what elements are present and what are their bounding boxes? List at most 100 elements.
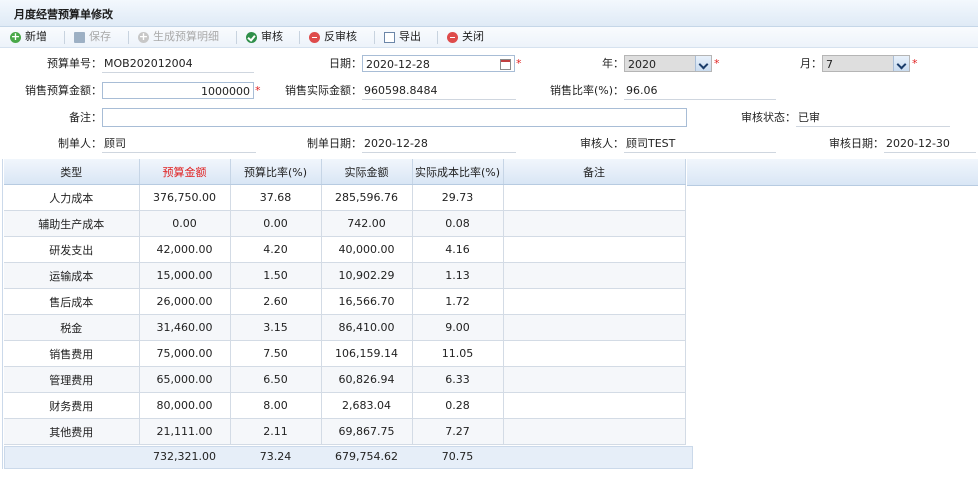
cell-budget-amount[interactable]: 0.00 [139, 210, 231, 237]
cell-budget-amount[interactable]: 21,111.00 [139, 418, 231, 445]
column-header-budget-amount[interactable]: 预算金额 [139, 159, 231, 185]
calendar-icon[interactable] [500, 59, 511, 70]
table-row[interactable]: 其他费用 21,111.00 2.11 69,867.75 7.27 [4, 418, 686, 445]
cell-actual-ratio[interactable]: 11.05 [412, 340, 504, 367]
cell-budget-amount[interactable]: 80,000.00 [139, 392, 231, 419]
cell-actual-ratio[interactable]: 9.00 [412, 314, 504, 341]
cell-remark[interactable] [503, 392, 686, 419]
cell-actual-ratio[interactable]: 0.08 [412, 210, 504, 237]
cell-actual-amount[interactable]: 60,826.94 [321, 366, 413, 393]
cell-budget-ratio[interactable]: 8.00 [230, 392, 322, 419]
cell-actual-ratio[interactable]: 29.73 [412, 184, 504, 211]
cell-actual-amount[interactable]: 742.00 [321, 210, 413, 237]
cell-type[interactable]: 人力成本 [4, 184, 140, 211]
table-row[interactable]: 管理费用 65,000.00 6.50 60,826.94 6.33 [4, 366, 686, 393]
cell-budget-ratio[interactable]: 3.15 [230, 314, 322, 341]
cell-budget-amount[interactable]: 65,000.00 [139, 366, 231, 393]
cell-budget-ratio[interactable]: 2.60 [230, 288, 322, 315]
chevron-down-icon[interactable] [893, 56, 909, 71]
add-button[interactable]: 新增 [10, 29, 47, 45]
cell-type[interactable]: 销售费用 [4, 340, 140, 367]
year-select[interactable]: 2020 [624, 55, 712, 72]
cell-actual-amount[interactable]: 69,867.75 [321, 418, 413, 445]
column-header-actual-ratio[interactable]: 实际成本比率(%) [412, 159, 504, 185]
export-icon [384, 31, 395, 43]
month-select[interactable]: 7 [822, 55, 910, 72]
cell-type[interactable]: 运输成本 [4, 262, 140, 289]
year-value: 2020 [628, 58, 656, 71]
cell-budget-amount[interactable]: 31,460.00 [139, 314, 231, 341]
export-button[interactable]: 导出 [384, 29, 421, 45]
audit-date-label: 审核日期： [829, 137, 884, 150]
table-row[interactable]: 售后成本 26,000.00 2.60 16,566.70 1.72 [4, 288, 686, 315]
cell-remark[interactable] [503, 340, 686, 367]
sales-budget-label: 销售预算金额： [25, 84, 102, 97]
remark-input[interactable] [102, 108, 687, 127]
cell-budget-ratio[interactable]: 2.11 [230, 418, 322, 445]
generate-detail-button[interactable]: 生成预算明细 [138, 29, 219, 45]
cell-budget-amount[interactable]: 42,000.00 [139, 236, 231, 263]
cell-remark[interactable] [503, 418, 686, 445]
table-row[interactable]: 财务费用 80,000.00 8.00 2,683.04 0.28 [4, 392, 686, 419]
cell-type[interactable]: 财务费用 [4, 392, 140, 419]
unaudit-button[interactable]: 反审核 [309, 29, 357, 45]
cell-actual-ratio[interactable]: 1.72 [412, 288, 504, 315]
cell-actual-ratio[interactable]: 6.33 [412, 366, 504, 393]
cell-remark[interactable] [503, 210, 686, 237]
cell-budget-ratio[interactable]: 1.50 [230, 262, 322, 289]
totals-row: 732,321.00 73.24 679,754.62 70.75 [4, 446, 693, 469]
table-row[interactable]: 运输成本 15,000.00 1.50 10,902.29 1.13 [4, 262, 686, 289]
cell-actual-amount[interactable]: 16,566.70 [321, 288, 413, 315]
cell-actual-ratio[interactable]: 4.16 [412, 236, 504, 263]
cell-type[interactable]: 辅助生产成本 [4, 210, 140, 237]
cell-budget-ratio[interactable]: 4.20 [230, 236, 322, 263]
cell-remark[interactable] [503, 184, 686, 211]
cell-actual-amount[interactable]: 2,683.04 [321, 392, 413, 419]
cell-type[interactable]: 其他费用 [4, 418, 140, 445]
audit-button[interactable]: 审核 [246, 29, 283, 45]
create-date-label: 制单日期： [307, 137, 362, 150]
table-row[interactable]: 销售费用 75,000.00 7.50 106,159.14 11.05 [4, 340, 686, 367]
save-button[interactable]: 保存 [74, 29, 111, 45]
sales-budget-input[interactable]: 1000000 [102, 82, 254, 99]
sales-ratio-label: 销售比率(%)： [549, 84, 624, 97]
cell-actual-ratio[interactable]: 1.13 [412, 262, 504, 289]
chevron-down-icon[interactable] [695, 56, 711, 71]
column-header-budget-ratio[interactable]: 预算比率(%) [230, 159, 322, 185]
cell-remark[interactable] [503, 262, 686, 289]
cell-type[interactable]: 管理费用 [4, 366, 140, 393]
audit-date-value: 2020-12-30 [884, 136, 976, 153]
cell-remark[interactable] [503, 288, 686, 315]
cell-budget-ratio[interactable]: 0.00 [230, 210, 322, 237]
cell-remark[interactable] [503, 236, 686, 263]
cell-budget-ratio[interactable]: 37.68 [230, 184, 322, 211]
cell-actual-ratio[interactable]: 7.27 [412, 418, 504, 445]
table-row[interactable]: 人力成本 376,750.00 37.68 285,596.76 29.73 [4, 184, 686, 211]
required-mark: * [714, 57, 720, 70]
cell-actual-amount[interactable]: 40,000.00 [321, 236, 413, 263]
cell-budget-ratio[interactable]: 7.50 [230, 340, 322, 367]
column-header-type[interactable]: 类型 [4, 159, 140, 185]
cell-budget-amount[interactable]: 376,750.00 [139, 184, 231, 211]
cell-budget-ratio[interactable]: 6.50 [230, 366, 322, 393]
cell-type[interactable]: 售后成本 [4, 288, 140, 315]
cell-type[interactable]: 研发支出 [4, 236, 140, 263]
table-row[interactable]: 税金 31,460.00 3.15 86,410.00 9.00 [4, 314, 686, 341]
column-header-actual-amount[interactable]: 实际金额 [321, 159, 413, 185]
cell-actual-amount[interactable]: 86,410.00 [321, 314, 413, 341]
cell-budget-amount[interactable]: 15,000.00 [139, 262, 231, 289]
date-field[interactable]: 2020-12-28 [362, 55, 515, 72]
close-button[interactable]: 关闭 [447, 29, 484, 45]
column-header-remark[interactable]: 备注 [503, 159, 686, 185]
cell-actual-amount[interactable]: 10,902.29 [321, 262, 413, 289]
cell-budget-amount[interactable]: 75,000.00 [139, 340, 231, 367]
cell-actual-amount[interactable]: 106,159.14 [321, 340, 413, 367]
cell-remark[interactable] [503, 314, 686, 341]
cell-actual-amount[interactable]: 285,596.76 [321, 184, 413, 211]
table-row[interactable]: 辅助生产成本 0.00 0.00 742.00 0.08 [4, 210, 686, 237]
cell-actual-ratio[interactable]: 0.28 [412, 392, 504, 419]
cell-remark[interactable] [503, 366, 686, 393]
table-row[interactable]: 研发支出 42,000.00 4.20 40,000.00 4.16 [4, 236, 686, 263]
cell-budget-amount[interactable]: 26,000.00 [139, 288, 231, 315]
cell-type[interactable]: 税金 [4, 314, 140, 341]
